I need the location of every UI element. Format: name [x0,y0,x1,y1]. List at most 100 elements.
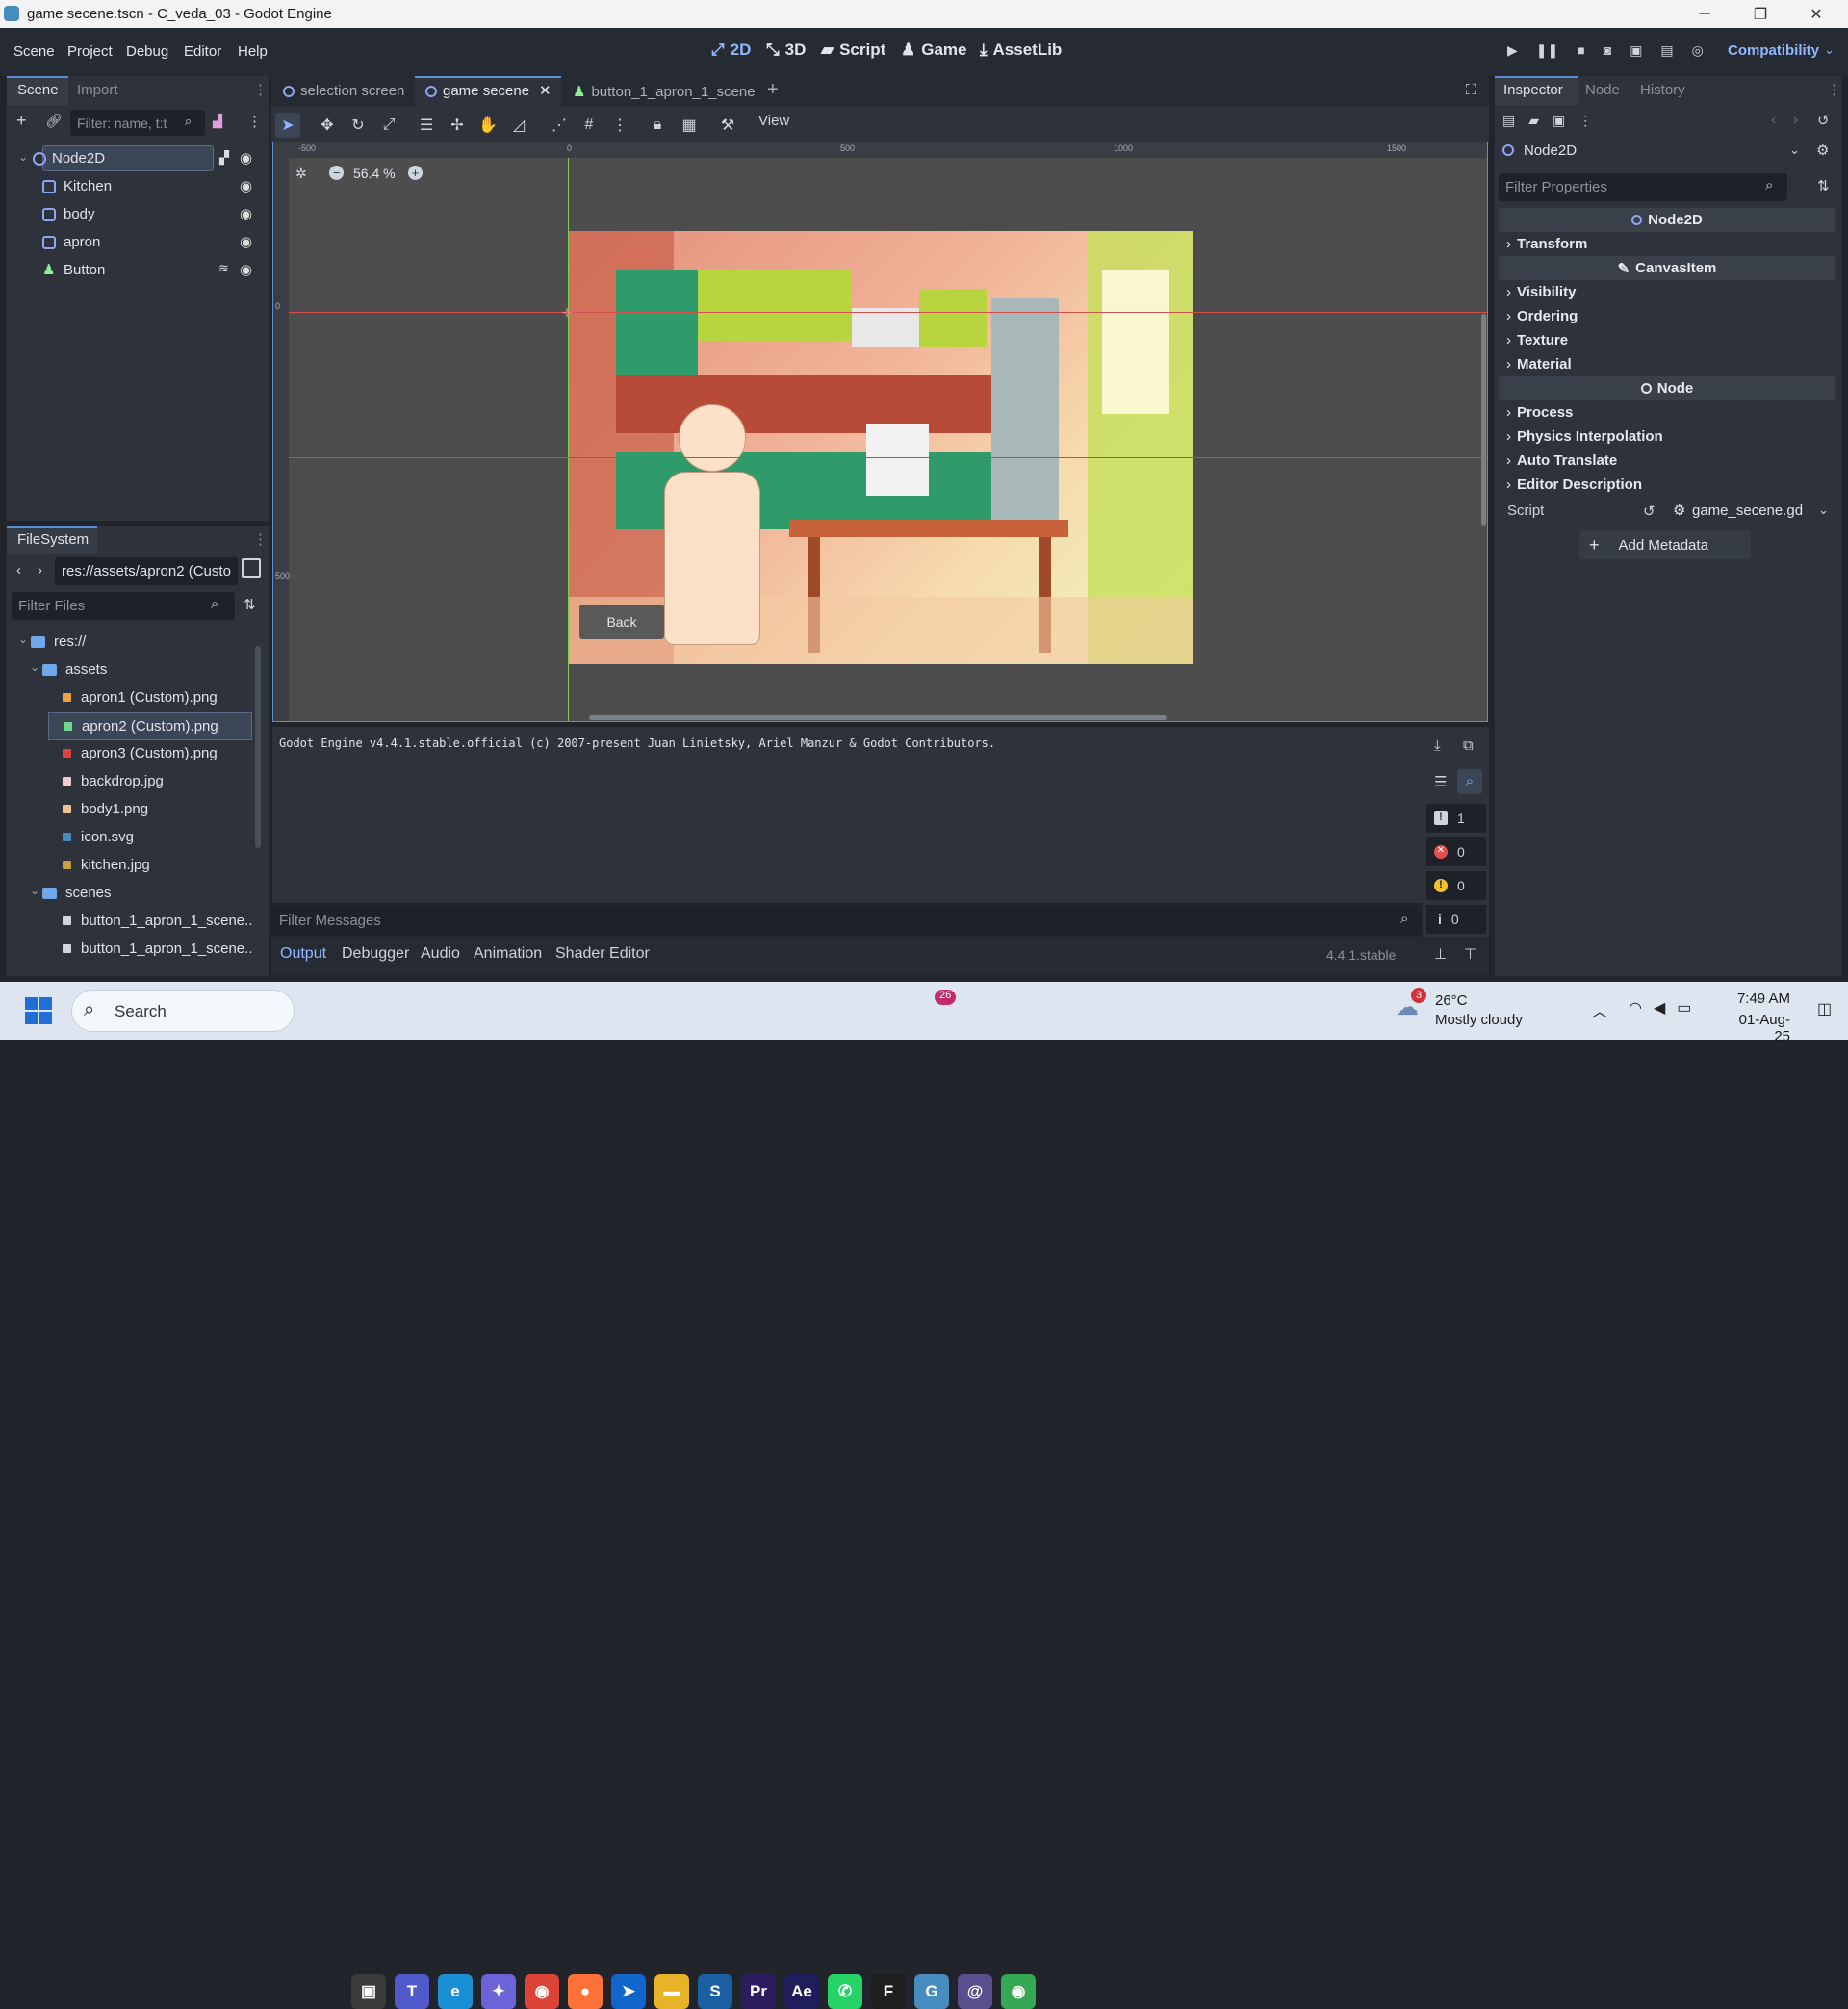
remote-debug-icon[interactable]: ◙ [1604,42,1611,59]
file-item[interactable]: button_1_apron_1_scene.... [7,936,252,964]
chrome-icon[interactable]: ◉ [525,1974,559,2009]
dock-menu-icon[interactable]: ⋮ [253,530,268,548]
grid-snap-icon[interactable]: # [577,113,602,138]
file-item[interactable]: apron3 (Custom).png [7,740,252,768]
list-select-icon[interactable]: ☰ [414,113,439,138]
tab-node[interactable]: Node [1585,82,1620,98]
clock-time[interactable]: 7:49 AM [1723,991,1790,1007]
weather-desc[interactable]: Mostly cloudy [1435,1012,1523,1028]
section-visibility[interactable]: › Visibility [1499,280,1835,304]
visibility-eye-icon[interactable]: ◉ [240,177,252,194]
minimize-button[interactable]: ─ [1677,0,1732,28]
tree-node-node2d[interactable]: ⌄ Node2D ▞ ◉ [7,145,269,173]
pause-icon[interactable]: ❚❚ [1536,42,1558,59]
chevron-down-icon[interactable]: ⌄ [1789,142,1800,158]
taskbar-search[interactable]: ⌕ Search [71,990,295,1032]
chevron-down-icon[interactable]: ⌄ [1824,42,1835,58]
workspace-3d[interactable]: ⤡ 3D [766,40,806,60]
tab-animation[interactable]: Animation [474,945,542,963]
sort-icon[interactable]: ⇅ [1817,177,1830,194]
folder-item[interactable]: ⌄ assets [7,657,252,684]
chevron-down-icon[interactable]: ⌄ [18,632,28,646]
filter-files-input[interactable]: Filter Files [12,592,235,620]
filter-messages-input[interactable]: Filter Messages [272,906,1420,935]
inspected-node[interactable]: Node2D [1524,142,1577,159]
file-item[interactable]: body1.png [7,796,252,824]
file-item[interactable]: kitchen.jpg [7,852,252,880]
dock-menu-icon[interactable]: ⋮ [1827,81,1841,98]
teams-icon[interactable]: T [395,1974,429,2009]
history-forward-icon[interactable]: › [1793,112,1798,128]
canvas-viewport[interactable]: -500 0 500 1000 1500 0 500 ✲ − 56.4 % + [272,142,1488,722]
section-auto-translate[interactable]: › Auto Translate [1499,449,1835,473]
back-arrow-icon[interactable]: ‹ [16,562,21,579]
scrollbar[interactable] [255,646,261,848]
menu-scene[interactable]: Scene [13,43,55,60]
smart-snap-icon[interactable]: ⋰ [547,113,572,138]
add-metadata-button[interactable]: + Add Metadata [1579,530,1751,559]
chevron-down-icon[interactable]: ⌄ [18,150,28,164]
signal-icon[interactable]: ≋ [218,261,229,276]
file-item[interactable]: button_1_apron_1_scene.... [7,908,252,936]
movie-maker-icon[interactable]: ◎ [1692,42,1704,59]
lock-icon[interactable]: 🔒︎ [645,113,670,138]
close-window-button[interactable]: ✕ [1788,0,1844,28]
pan-mode-icon[interactable]: ✋ [475,113,500,138]
premiere-icon[interactable]: Pr [741,1974,776,2009]
zoom-in-icon[interactable]: + [408,166,423,180]
log-count-messages[interactable]: ! 1 [1426,804,1486,833]
tree-node-kitchen[interactable]: Kitchen ◉ [7,173,269,201]
search-icon[interactable]: ⌕ [1457,769,1482,794]
stop-icon[interactable]: ■ [1577,42,1584,59]
chevron-down-icon[interactable]: ⌄ [30,660,39,674]
workspace-game[interactable]: ♟ Game [901,40,967,60]
play-icon[interactable]: ▶ [1507,42,1518,59]
script-value[interactable]: game_secene.gd [1692,502,1803,519]
maximize-button[interactable]: ❐ [1732,0,1788,28]
visibility-eye-icon[interactable]: ◉ [240,261,252,278]
ruler-mode-icon[interactable]: ◿ [506,113,531,138]
tab-output[interactable]: Output [280,945,326,963]
figma-icon[interactable]: F [871,1974,906,2009]
bone-icon[interactable]: ⚒ [715,113,740,138]
sketchup-icon[interactable]: S [698,1974,732,2009]
horizontal-scrollbar[interactable] [589,715,1167,720]
new-tab-icon[interactable]: + [767,79,779,101]
app-swirl-icon[interactable]: @ [958,1974,992,2009]
attach-script-icon[interactable]: ▟ [213,114,222,129]
distraction-free-icon[interactable]: ⛶ [1466,82,1476,98]
close-tab-icon[interactable]: ✕ [539,82,552,99]
tab-history[interactable]: History [1640,82,1685,98]
link-icon[interactable]: 🔗︎ [45,113,63,129]
expand-panel-icon[interactable]: ⊤ [1464,945,1476,963]
save-log-icon[interactable]: ⤓ [1434,737,1441,754]
chevron-up-icon[interactable]: ︿ [1592,998,1607,1021]
sort-icon[interactable]: ⇅ [244,596,256,613]
split-view-icon[interactable] [242,558,261,578]
path-field[interactable]: res://assets/apron2 (Custo [55,557,238,585]
menu-debug[interactable]: Debug [126,43,168,60]
folder-item[interactable]: ⌄ scenes [7,880,252,908]
renderer-select[interactable]: Compatibility [1728,42,1819,59]
file-item[interactable]: backdrop.jpg [7,768,252,796]
visibility-eye-icon[interactable]: ◉ [240,149,252,167]
vertical-scrollbar[interactable] [1481,314,1486,526]
zoom-level[interactable]: 56.4 % [353,166,396,181]
scene-options-icon[interactable]: ⋮ [247,113,262,130]
history-icon[interactable]: ↺ [1817,112,1830,129]
section-transform[interactable]: › Transform [1499,232,1835,256]
file-item[interactable]: icon.svg [7,824,252,852]
copilot-icon[interactable]: ✦ [481,1974,516,2009]
section-editor-description[interactable]: › Editor Description [1499,473,1835,497]
chevron-down-icon[interactable]: ⌄ [30,884,39,897]
after-effects-icon[interactable]: Ae [784,1974,819,2009]
system-tray[interactable]: ◠ ◀ ▭ [1629,998,1691,1017]
add-node-icon[interactable]: + [16,111,27,131]
forward-arrow-icon[interactable]: › [38,562,42,579]
visibility-eye-icon[interactable]: ◉ [240,205,252,222]
save-icon[interactable]: ▣ [1553,113,1565,129]
play-scene-icon[interactable]: ▣ [1630,42,1642,59]
filter-properties-input[interactable]: Filter Properties [1499,173,1787,201]
play-custom-icon[interactable]: ▤ [1660,42,1673,59]
section-material[interactable]: › Material [1499,352,1835,376]
